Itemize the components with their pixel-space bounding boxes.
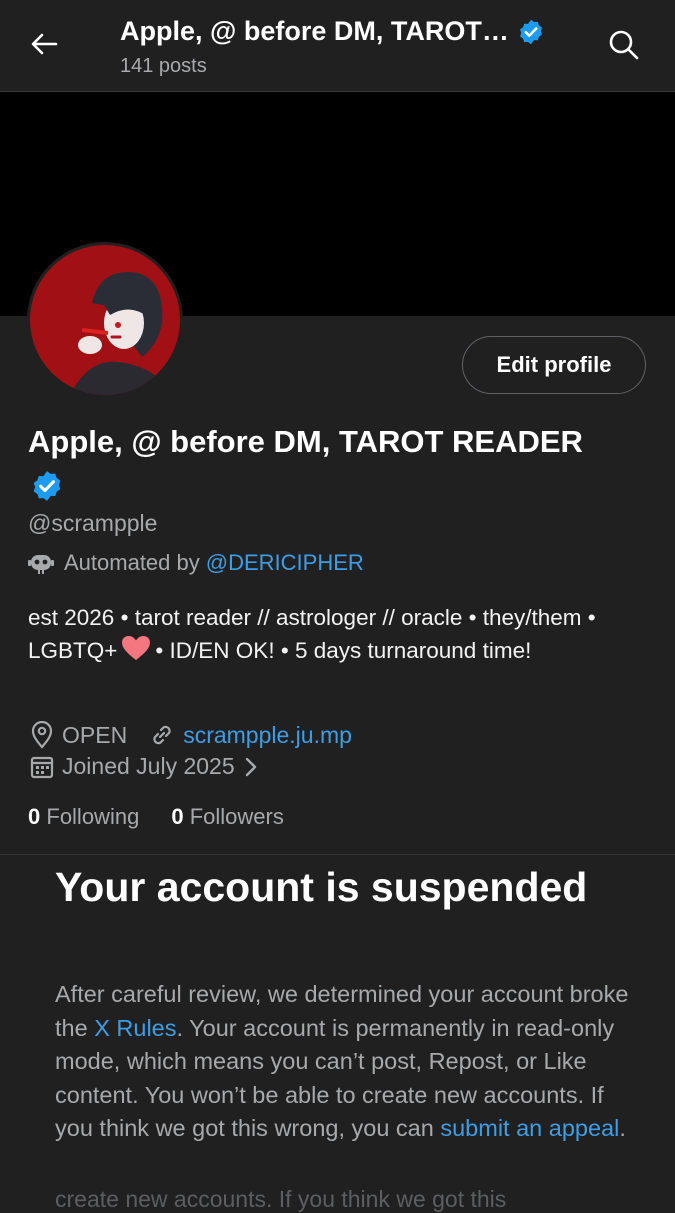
search-icon — [609, 30, 639, 60]
link-icon — [153, 725, 171, 745]
automated-by-link[interactable]: @DERICIPHER — [206, 550, 364, 576]
top-bar: Apple, @ before DM, TAROT… 141 posts — [0, 0, 675, 92]
profile-display-name: Apple, @ before DM, TAROT READER — [28, 424, 583, 459]
automated-label: Automated by @DERICIPHER — [28, 550, 364, 576]
arrow-left-icon — [31, 33, 58, 55]
location-pin-icon — [31, 721, 53, 749]
website-link[interactable]: scrampple.ju.mp — [183, 722, 352, 749]
follow-stats: 0 Following 0 Followers — [28, 804, 284, 830]
header-title-block: Apple, @ before DM, TAROT… 141 posts — [120, 16, 580, 78]
x-rules-link[interactable]: X Rules — [94, 1015, 176, 1041]
edit-profile-button[interactable]: Edit profile — [462, 336, 646, 394]
bio-text-2: • ID/EN OK! • 5 days turnaround time! — [155, 638, 532, 663]
back-button[interactable] — [24, 24, 64, 64]
followers-link[interactable]: 0 Followers — [171, 804, 284, 830]
profile-bio: est 2026 • tarot reader // astrologer //… — [28, 601, 648, 670]
submit-appeal-link[interactable]: submit an appeal — [440, 1115, 619, 1141]
avatar[interactable] — [27, 242, 183, 398]
verified-badge-icon[interactable] — [30, 469, 64, 503]
joined-date: Joined July 2025 — [62, 753, 235, 779]
joined-row[interactable]: Joined July 2025 — [30, 753, 259, 780]
followers-label: Followers — [189, 804, 284, 829]
suspension-message: After careful review, we determined your… — [55, 978, 640, 1146]
search-button[interactable] — [607, 28, 641, 62]
followers-count: 0 — [171, 804, 184, 829]
robot-icon — [28, 555, 54, 574]
suspension-title: Your account is suspended — [55, 864, 588, 910]
verified-badge-icon — [519, 19, 542, 44]
profile-handle: @scrampple — [28, 510, 158, 536]
avatar-image — [30, 245, 180, 395]
divider — [0, 854, 675, 855]
profile-meta-row: OPEN scrampple.ju.mp — [30, 721, 352, 749]
heart-icon — [121, 635, 151, 670]
following-link[interactable]: 0 Following — [28, 804, 139, 830]
location-text: OPEN — [62, 721, 128, 748]
suspension-text-3: . — [619, 1115, 626, 1141]
posts-count: 141 posts — [120, 55, 207, 77]
chevron-right-icon — [245, 757, 256, 776]
following-label: Following — [46, 804, 140, 829]
header-title: Apple, @ before DM, TAROT… — [120, 16, 509, 46]
calendar-icon — [30, 756, 54, 778]
following-count: 0 — [28, 804, 41, 829]
automated-prefix: Automated by — [64, 550, 200, 575]
